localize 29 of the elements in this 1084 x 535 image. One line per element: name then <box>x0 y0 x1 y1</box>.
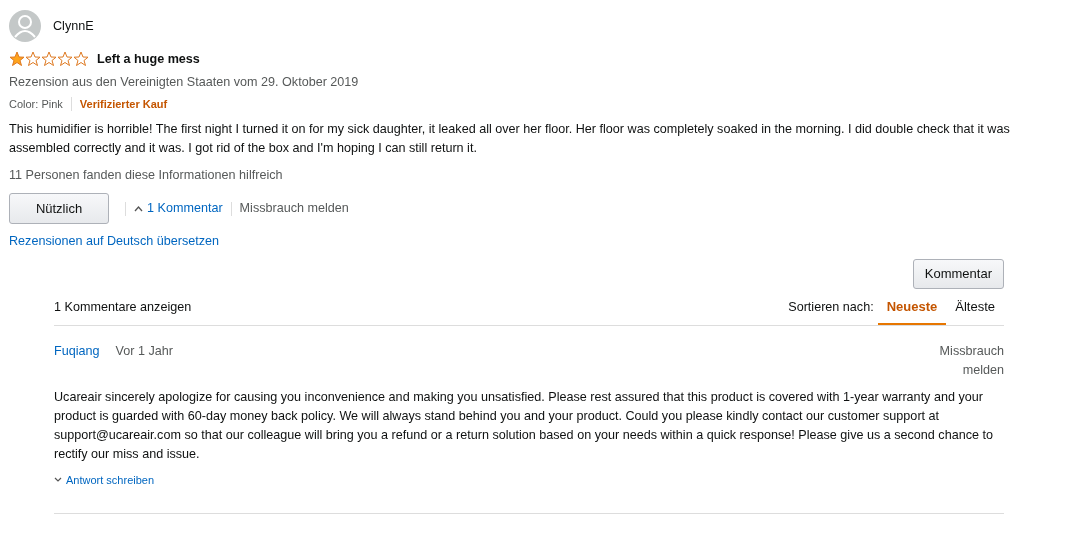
filled-star-icon <box>9 51 25 68</box>
review-title: Left a huge mess <box>97 51 200 68</box>
commenter-name[interactable]: Fuqiang <box>54 341 100 380</box>
avatar-icon <box>9 10 41 42</box>
product-variant: Color: Pink <box>9 96 63 112</box>
helpful-button[interactable]: Nützlich <box>9 193 109 225</box>
comment-count: 1 Kommentare anzeigen <box>54 298 192 316</box>
chevron-icon <box>54 476 62 484</box>
sort-tab[interactable]: Neueste <box>877 293 947 325</box>
comment-time: Vor 1 Jahr <box>115 342 173 360</box>
helpful-count: 11 Personen fanden diese Informationen hilfreich <box>9 167 284 185</box>
empty-star-icon <box>25 51 41 68</box>
comments-link[interactable]: 1 Kommentar <box>134 199 223 219</box>
add-comment-button[interactable]: Kommentar <box>912 259 1004 290</box>
translate-link[interactable]: Rezensionen auf Deutsch übersetzen <box>9 232 220 252</box>
chevron-icon <box>134 204 143 213</box>
review-date: Rezension aus den Vereinigten Staaten vom 29. Oktober 2019 <box>9 73 360 91</box>
verified-purchase-label: Verifizierter Kauf <box>79 96 168 112</box>
reply-link[interactable]: Antwort schreiben <box>54 471 155 489</box>
empty-star-icon <box>41 51 57 68</box>
author-name: ClynnE <box>53 17 94 35</box>
empty-star-icon <box>73 51 89 68</box>
sort-tab[interactable]: Älteste <box>946 293 1004 325</box>
review-text: This humidifier is horrible! The first night I turned it on for my sick daughter, it leaked all over her floor. Her floor was completely soaked in the morning. I did double check that it was assembled correctly and it was. I got rid of the box and I'm hoping I can still return it. <box>9 121 1011 158</box>
report-link[interactable]: Missbrauch melden <box>934 341 1004 380</box>
comment-text: Ucareair sincerely apologize for causing you inconvenience and making you unsatisfied. Please rest assured that this product is covered with 1-year warranty and your product is guarded with 60-day money back policy. We will always stand behind you and your product. Could you please kindly contact our customer support at support@ucareair.com so that our colleague will bring you a refund or a return solution based on your needs within a quick response! Please give us a second chance to rectify our miss and issue. <box>54 388 994 463</box>
report-link[interactable]: Missbrauch melden <box>239 199 349 219</box>
empty-star-icon <box>57 51 73 68</box>
sort-label: Sortieren nach: <box>788 298 874 316</box>
